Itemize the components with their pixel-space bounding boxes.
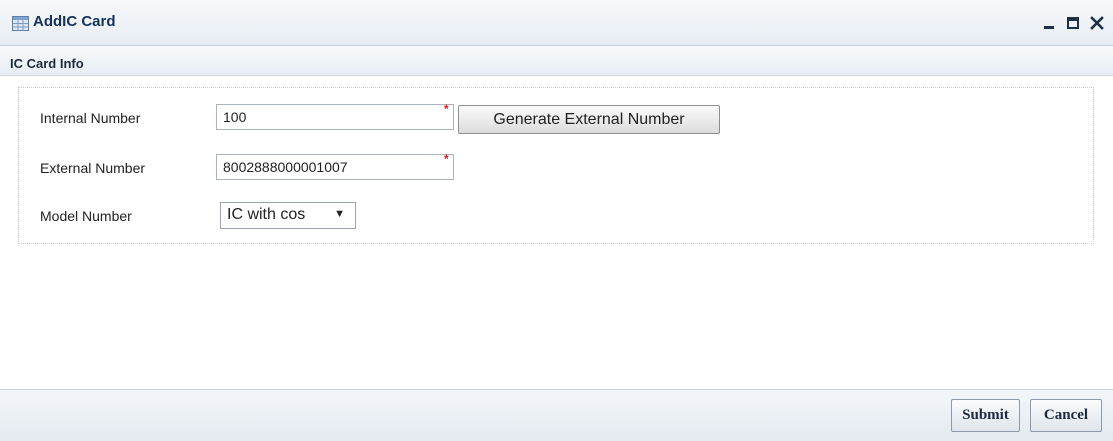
dialog-title: AddIC Card	[33, 13, 116, 30]
table-icon	[12, 16, 29, 31]
submit-button[interactable]: Submit	[951, 399, 1020, 432]
dropdown-arrow-icon: ▼	[334, 208, 345, 220]
model-number-label: Model Number	[40, 208, 132, 224]
add-ic-card-dialog: AddIC Card IC Card Info Internal Number …	[0, 0, 1113, 441]
dialog-footer	[0, 389, 1113, 441]
external-number-input[interactable]	[216, 154, 454, 180]
close-icon[interactable]	[1087, 12, 1107, 32]
section-title: IC Card Info	[10, 56, 84, 71]
external-number-label: External Number	[40, 160, 146, 176]
generate-external-number-button[interactable]: Generate External Number	[458, 105, 720, 134]
minimize-icon[interactable]	[1040, 12, 1060, 32]
required-marker: *	[444, 102, 449, 116]
internal-number-label: Internal Number	[40, 110, 141, 126]
title-bar[interactable]: AddIC Card	[0, 0, 1113, 46]
model-number-selected-value: IC with cos	[227, 206, 306, 223]
internal-number-input[interactable]	[216, 104, 454, 130]
cancel-button[interactable]: Cancel	[1030, 399, 1102, 432]
maximize-icon[interactable]	[1063, 12, 1083, 32]
required-marker: *	[444, 152, 449, 166]
model-number-select[interactable]: IC with cos ▼	[220, 202, 356, 229]
section-header: IC Card Info	[0, 46, 1113, 76]
